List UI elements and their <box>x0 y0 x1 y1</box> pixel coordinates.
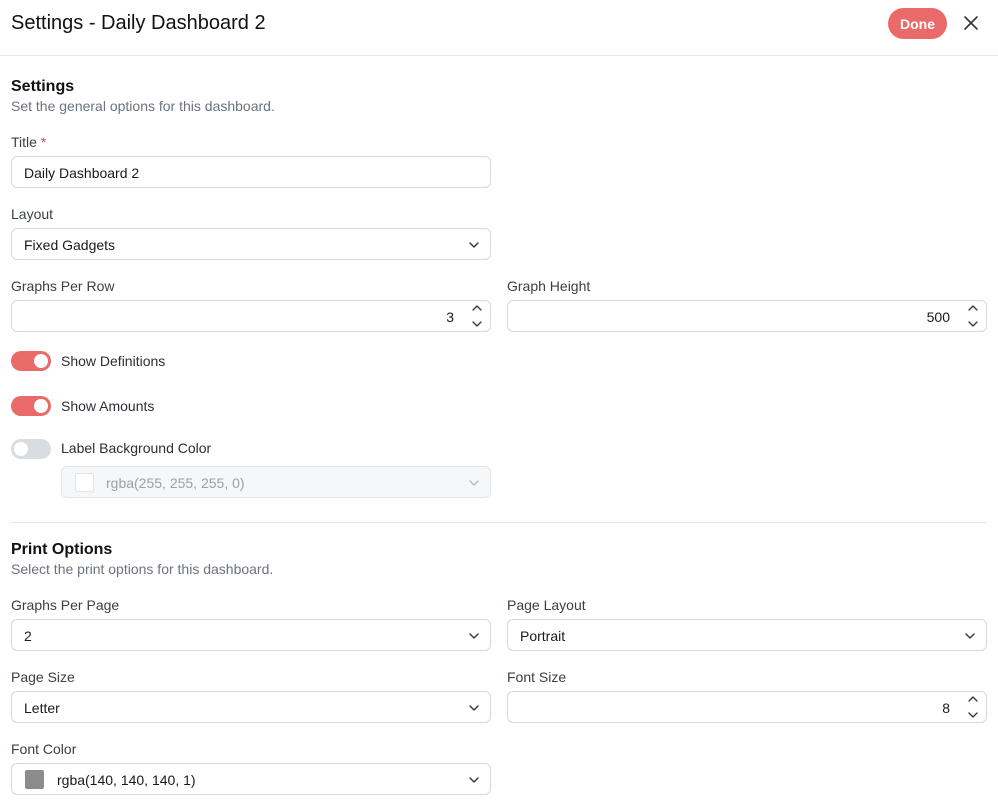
font-color-picker[interactable]: rgba(140, 140, 140, 1) <box>11 763 491 795</box>
page-size-value: Letter <box>24 700 60 716</box>
graph-height-input[interactable]: 500 <box>507 300 987 332</box>
chevron-down-icon <box>965 633 975 639</box>
settings-description: Set the general options for this dashboa… <box>11 98 275 114</box>
toggle-knob <box>34 354 48 368</box>
done-button[interactable]: Done <box>888 8 947 39</box>
page-layout-select[interactable]: Portrait <box>507 619 987 651</box>
graphs-per-page-select[interactable]: 2 <box>11 619 491 651</box>
chevron-down-icon <box>469 633 479 639</box>
layout-select-value: Fixed Gadgets <box>24 237 116 253</box>
title-label-text: Title <box>11 134 37 150</box>
required-mark: * <box>40 134 47 150</box>
layout-select[interactable]: Fixed Gadgets <box>11 228 491 260</box>
chevron-down-icon <box>469 777 479 783</box>
section-divider <box>11 522 987 523</box>
show-amounts-toggle[interactable] <box>11 396 51 416</box>
page-size-label: Page Size <box>11 669 75 685</box>
dialog-header: Settings - Daily Dashboard 2 Done <box>0 0 998 56</box>
label-background-color-label: Label Background Color <box>61 440 212 456</box>
page-layout-value: Portrait <box>520 628 566 644</box>
show-definitions-toggle[interactable] <box>11 351 51 371</box>
chevron-down-icon <box>469 480 479 486</box>
title-label: Title * <box>11 133 46 151</box>
toggle-knob <box>14 442 28 456</box>
title-input-value: Daily Dashboard 2 <box>24 165 140 181</box>
graphs-per-row-input[interactable]: 3 <box>11 300 491 332</box>
show-amounts-label: Show Amounts <box>61 398 155 414</box>
font-size-label: Font Size <box>507 669 567 685</box>
graphs-per-page-label: Graphs Per Page <box>11 597 120 613</box>
page-layout-label: Page Layout <box>507 597 586 613</box>
graph-height-label: Graph Height <box>507 278 591 294</box>
label-background-color-value: rgba(255, 255, 255, 0) <box>106 475 245 491</box>
dialog-title: Settings - Daily Dashboard 2 <box>11 12 266 34</box>
spinner-arrows-icon[interactable] <box>966 694 980 720</box>
layout-label: Layout <box>11 206 54 222</box>
color-swatch <box>75 473 94 492</box>
label-background-color-toggle[interactable] <box>11 439 51 459</box>
spinner-arrows-icon[interactable] <box>470 303 484 329</box>
print-options-description: Select the print options for this dashbo… <box>11 561 274 577</box>
print-options-heading: Print Options <box>11 541 113 558</box>
font-color-value: rgba(140, 140, 140, 1) <box>57 772 196 788</box>
chevron-down-icon <box>469 705 479 711</box>
font-color-label: Font Color <box>11 741 77 757</box>
toggle-knob <box>34 399 48 413</box>
title-input[interactable]: Daily Dashboard 2 <box>11 156 491 188</box>
chevron-down-icon <box>469 242 479 248</box>
settings-heading: Settings <box>11 78 75 95</box>
graphs-per-row-value: 3 <box>446 309 454 325</box>
page-size-select[interactable]: Letter <box>11 691 491 723</box>
color-swatch <box>25 770 44 789</box>
show-definitions-label: Show Definitions <box>61 353 166 369</box>
close-icon[interactable] <box>960 12 982 34</box>
font-size-input[interactable]: 8 <box>507 691 987 723</box>
font-size-value: 8 <box>942 700 950 716</box>
graph-height-value: 500 <box>926 309 950 325</box>
graphs-per-row-label: Graphs Per Row <box>11 278 115 294</box>
graphs-per-page-value: 2 <box>24 628 32 644</box>
label-background-color-picker: rgba(255, 255, 255, 0) <box>61 466 491 498</box>
spinner-arrows-icon[interactable] <box>966 303 980 329</box>
